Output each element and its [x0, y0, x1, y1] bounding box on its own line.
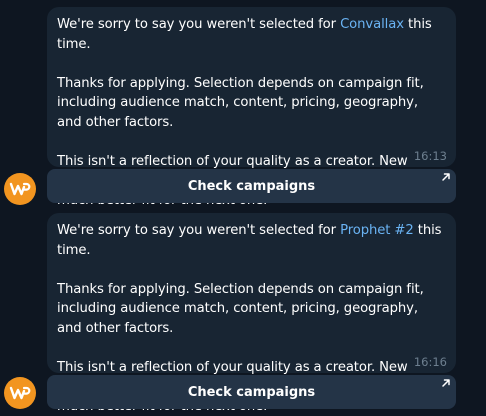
- message-intro: We're sorry to say you weren't selected …: [57, 223, 442, 258]
- check-campaigns-button[interactable]: Check campaigns: [47, 375, 456, 409]
- button-label: Check campaigns: [187, 178, 316, 194]
- campaign-link[interactable]: Prophet #2: [340, 223, 414, 238]
- message-paragraph: Thanks for applying. Selection depends o…: [57, 75, 424, 130]
- bot-logo-icon: [9, 386, 31, 400]
- message-bubble: We're sorry to say you weren't selected …: [47, 7, 456, 208]
- button-label: Check campaigns: [187, 384, 316, 400]
- bot-avatar[interactable]: [4, 173, 36, 205]
- external-arrow-icon: [442, 173, 450, 181]
- message-paragraph: Thanks for applying. Selection depends o…: [57, 281, 424, 336]
- check-campaigns-button[interactable]: Check campaigns: [47, 169, 456, 203]
- message-time: 16:16: [413, 355, 447, 369]
- message-time: 16:13: [413, 149, 447, 163]
- external-arrow-icon: [442, 379, 450, 387]
- message-intro: We're sorry to say you weren't selected …: [57, 17, 432, 52]
- bot-avatar[interactable]: [4, 377, 36, 409]
- campaign-link[interactable]: Convallax: [340, 17, 404, 32]
- bot-logo-icon: [9, 182, 31, 196]
- message-bubble: We're sorry to say you weren't selected …: [47, 213, 456, 414]
